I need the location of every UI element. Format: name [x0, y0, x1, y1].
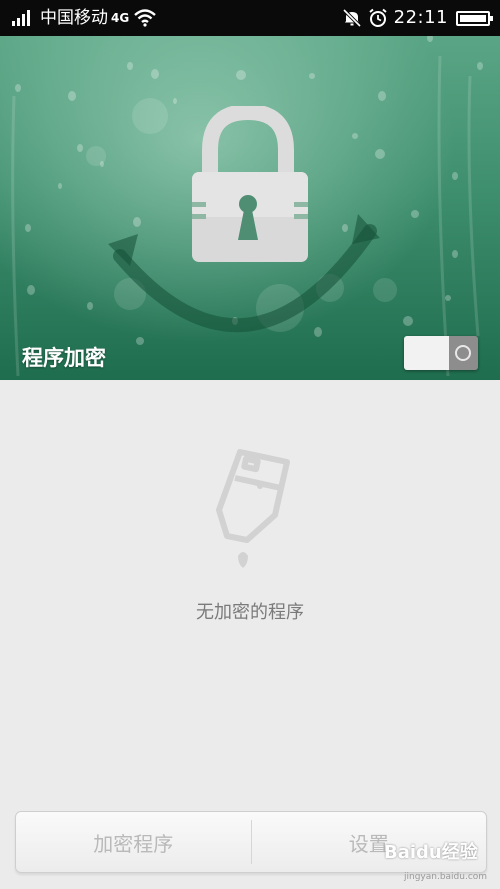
- empty-bottle-icon: [216, 449, 290, 568]
- encrypt-programs-button[interactable]: 加密程序: [16, 812, 251, 872]
- status-bar-left: 中国移动 4G: [12, 0, 157, 36]
- empty-state-message: 无加密的程序: [196, 602, 304, 623]
- clock-time: 22:11: [393, 7, 448, 28]
- signal-icon: [12, 10, 32, 26]
- watermark-logo: Baidu经验: [384, 842, 478, 863]
- status-bar: 中国移动 4G 22:11: [0, 0, 500, 36]
- watermark-url: jingyan.baidu.com: [404, 872, 488, 882]
- carrier-name: 中国移动: [40, 8, 108, 28]
- battery-level: [460, 14, 486, 22]
- header-banner: 程序加密: [0, 36, 500, 380]
- mute-icon: [342, 8, 361, 28]
- encryption-toggle[interactable]: [404, 336, 478, 370]
- toggle-off-icon: [455, 345, 471, 361]
- status-bar-right: 22:11: [342, 0, 493, 36]
- page-title: 程序加密: [22, 346, 106, 370]
- wifi-icon: [134, 9, 157, 27]
- network-type: 4G: [111, 11, 130, 25]
- alarm-icon: [368, 8, 387, 27]
- battery-icon: [456, 10, 493, 26]
- toggle-knob: [404, 336, 449, 370]
- lock-icon: [108, 106, 380, 333]
